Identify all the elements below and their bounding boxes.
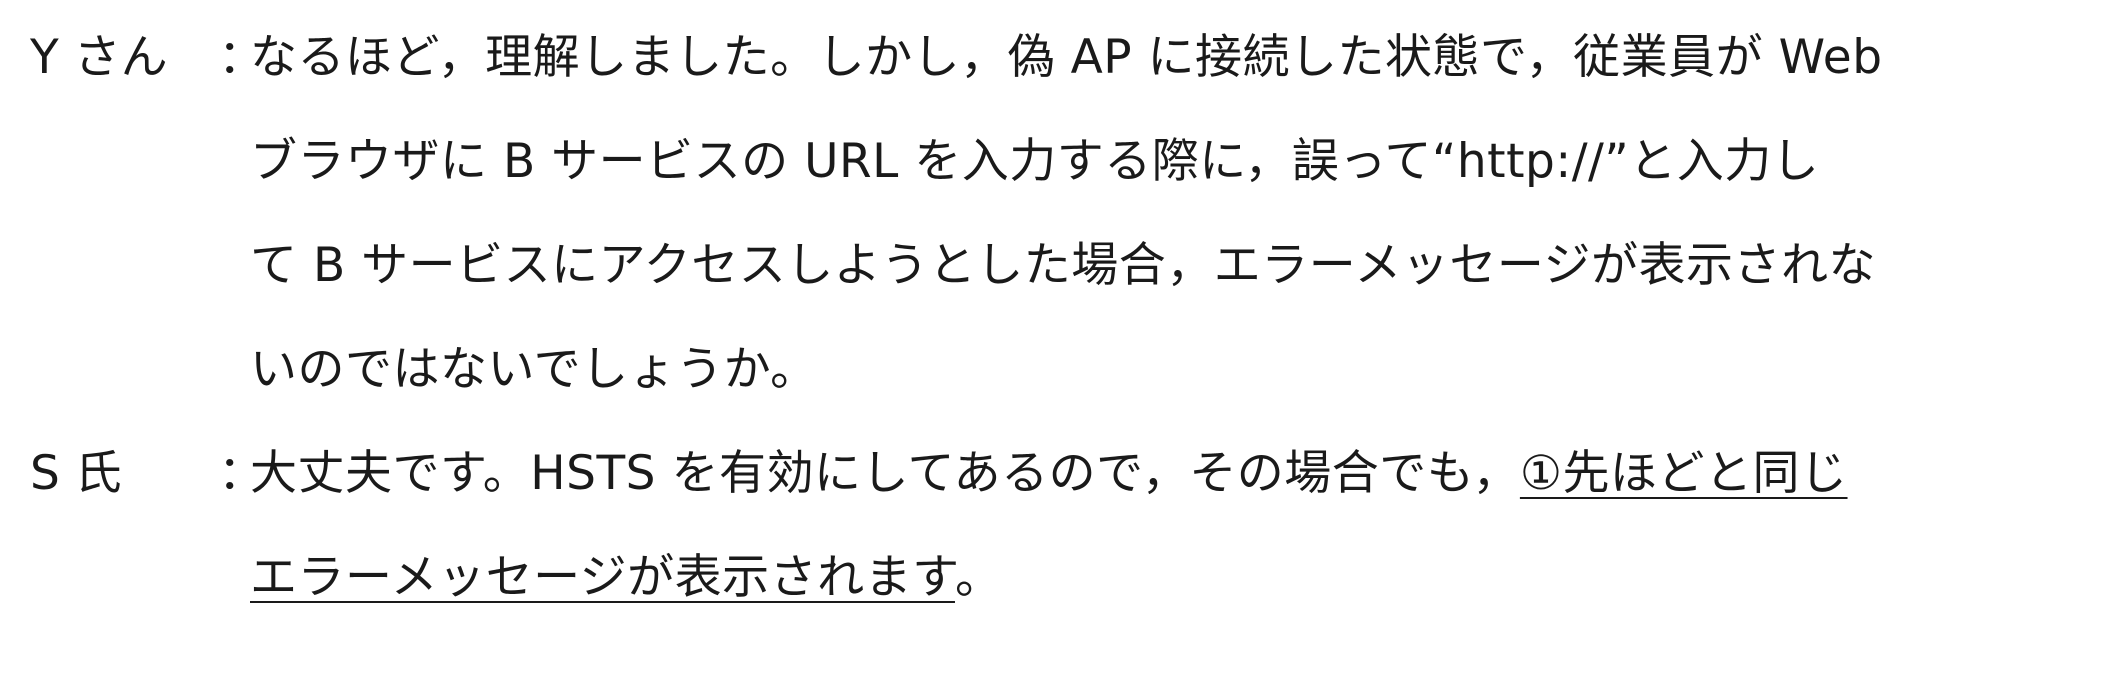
- speaker-y: Y さん: [30, 30, 168, 85]
- y-line-4: いのではないでしょうか。: [250, 342, 818, 397]
- speaker-s: S 氏: [30, 446, 122, 501]
- s-line-1: 大丈夫です。HSTS を有効にしてあるので，その場合でも，①先ほどと同じ: [250, 444, 2090, 504]
- y-line-1: なるほど，理解しました。しかし，偽 AP に接続した状態で，従業員が Web: [250, 30, 1883, 85]
- y-line-2: ブラウザに B サービスの URL を入力する際に，誤って“http://”と入…: [250, 134, 1820, 189]
- document-page: Y さん ： なるほど，理解しました。しかし，偽 AP に接続した状態で，従業員…: [0, 0, 2112, 674]
- s-line-1-text: 大丈夫です。HSTS を有効にしてあるので，その場合でも，: [250, 446, 1520, 501]
- underlined-reference-1: ①先ほどと同じ: [1519, 446, 1848, 501]
- y-line-3: て B サービスにアクセスしようとした場合，エラーメッセージが表示されな: [250, 238, 1876, 293]
- s-line-2-end: 。: [954, 550, 1003, 605]
- s-line-2: エラーメッセージが表示されます。: [250, 548, 2090, 608]
- underlined-reference-2: エラーメッセージが表示されます: [250, 550, 955, 605]
